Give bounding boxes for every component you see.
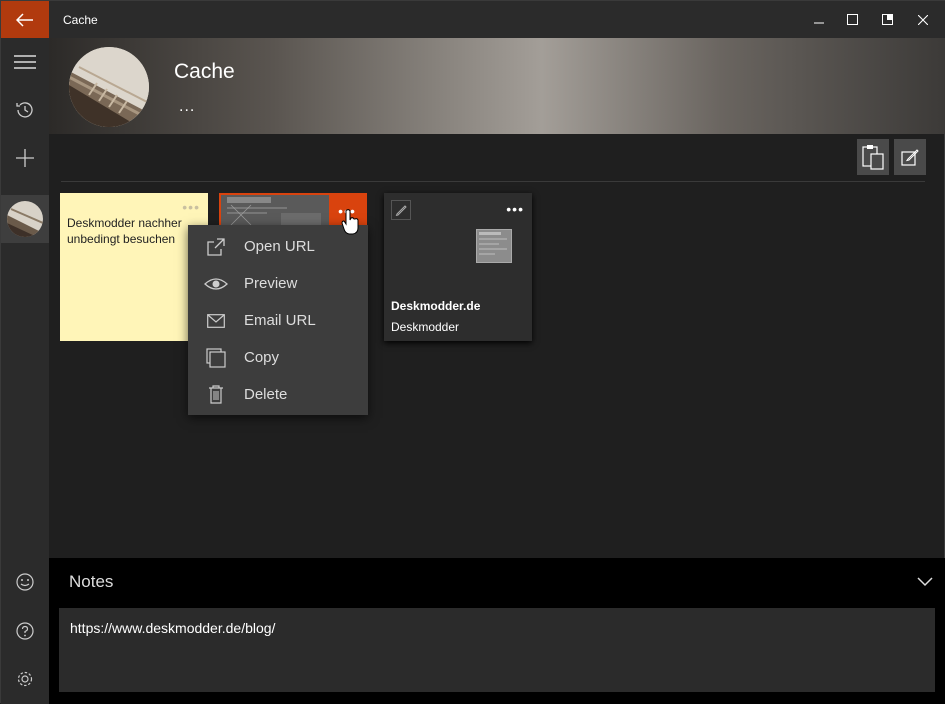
menu-item-preview[interactable]: Preview	[188, 265, 368, 302]
toolbar-divider	[61, 181, 925, 182]
menu-item-email-url[interactable]: Email URL	[188, 302, 368, 339]
minimize-icon	[814, 22, 824, 23]
window-title: Cache	[63, 13, 98, 27]
add-button[interactable]	[1, 134, 49, 182]
hamburger-menu-icon	[14, 55, 36, 69]
rail-cache-item[interactable]	[1, 195, 49, 243]
open-url-icon	[188, 237, 244, 257]
minimize-button[interactable]	[801, 1, 837, 38]
notes-title: Notes	[69, 572, 114, 591]
menu-item-copy[interactable]: Copy	[188, 339, 368, 376]
context-menu: Open URL Preview Email URL Copy Delete	[188, 225, 368, 415]
settings-button[interactable]	[1, 655, 49, 703]
menu-label: Delete	[244, 386, 288, 403]
add-icon	[16, 149, 34, 167]
link-title: Deskmodder.de	[391, 299, 481, 313]
compact-overlay-icon	[881, 14, 893, 25]
note-text: Deskmodder nachher unbedingt besuchen	[67, 216, 182, 246]
new-note-button[interactable]	[894, 139, 926, 175]
history-icon	[16, 102, 33, 118]
menu-label: Copy	[244, 349, 280, 366]
notes-panel: Notes https://www.deskmodder.de/blog/	[49, 558, 945, 704]
back-arrow-icon	[16, 12, 33, 27]
pencil-icon	[395, 205, 407, 216]
compact-overlay-button[interactable]	[869, 1, 905, 38]
navigation-rail	[1, 38, 49, 704]
hamburger-menu-button[interactable]	[1, 38, 49, 86]
notes-collapse-button[interactable]	[917, 574, 933, 592]
link-card-edit-button[interactable]	[391, 200, 411, 220]
help-button[interactable]	[1, 607, 49, 655]
edit-icon	[901, 149, 919, 166]
chevron-down-icon	[917, 577, 933, 587]
settings-gear-icon	[17, 671, 33, 687]
clipboard-paste-icon	[862, 145, 884, 170]
avatar	[69, 47, 149, 127]
help-icon	[16, 622, 34, 640]
avatar	[7, 201, 43, 237]
note-card[interactable]: ••• Deskmodder nachher unbedingt besuche…	[60, 193, 208, 341]
copy-icon	[188, 347, 244, 368]
paste-button[interactable]	[857, 139, 889, 175]
hand-cursor-icon	[341, 209, 359, 235]
feedback-smiley-icon	[16, 573, 34, 591]
maximize-button[interactable]	[834, 1, 870, 38]
menu-label: Open URL	[244, 238, 315, 255]
menu-label: Preview	[244, 275, 298, 292]
back-button[interactable]	[1, 1, 49, 38]
header-more-button[interactable]: ...	[179, 98, 195, 116]
app-window: Cache Cache ... ••• Deskmodder nachher u…	[0, 0, 945, 704]
history-button[interactable]	[1, 86, 49, 134]
eye-icon	[188, 277, 244, 291]
link-subtitle: Deskmodder	[391, 320, 460, 334]
feedback-button[interactable]	[1, 558, 49, 606]
menu-item-delete[interactable]: Delete	[188, 376, 368, 413]
title-bar: Cache	[1, 1, 945, 38]
mail-icon	[188, 313, 244, 328]
link-card-more-button[interactable]: •••	[506, 201, 524, 217]
maximize-icon	[846, 14, 858, 25]
note-card-more-button[interactable]: •••	[182, 199, 200, 215]
close-icon	[918, 14, 928, 25]
menu-label: Email URL	[244, 312, 316, 329]
header-banner: Cache ...	[49, 38, 945, 134]
notes-textbox[interactable]: https://www.deskmodder.de/blog/	[59, 608, 935, 692]
close-button[interactable]	[905, 1, 941, 38]
link-thumbnail	[476, 229, 512, 263]
page-title: Cache	[174, 60, 235, 83]
link-card[interactable]: ••• Deskmodder.de Deskmodder	[384, 193, 532, 341]
trash-icon	[188, 385, 244, 404]
